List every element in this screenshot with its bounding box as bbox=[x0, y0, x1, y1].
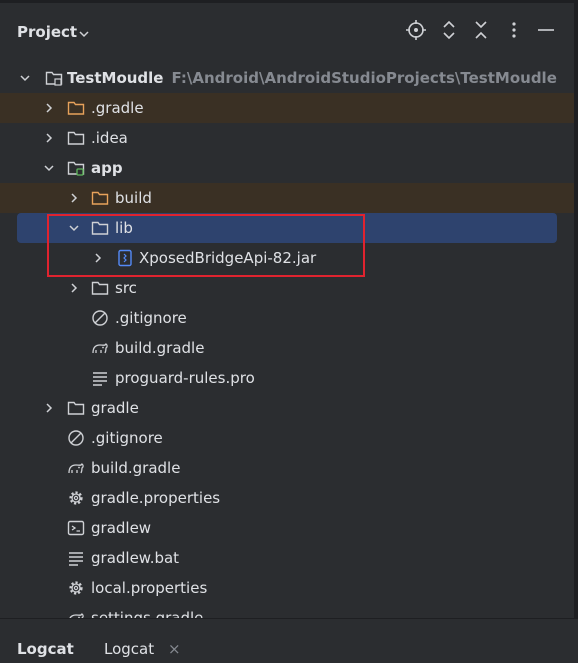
tree-label: build.gradle bbox=[91, 459, 181, 477]
tree-label: gradle.properties bbox=[91, 489, 221, 507]
tree-label: app bbox=[91, 159, 123, 177]
locate-icon[interactable] bbox=[405, 19, 427, 41]
tree-label: .gradle bbox=[91, 99, 144, 117]
tree-row-build[interactable]: build bbox=[0, 183, 574, 213]
tree-label: .gitignore bbox=[115, 309, 187, 327]
tree-row-root[interactable]: TestMoudle F:\Android\AndroidStudioProjec… bbox=[0, 63, 574, 93]
tree-label: .idea bbox=[91, 129, 128, 147]
gradle-elephant-icon bbox=[69, 613, 84, 618]
folder-icon bbox=[91, 281, 109, 295]
gear-icon bbox=[69, 491, 83, 505]
chevron-right-icon[interactable] bbox=[42, 401, 56, 415]
window-right-edge bbox=[574, 3, 578, 618]
bottom-toolwindow-bar: Logcat Logcat × bbox=[0, 618, 578, 663]
tree-label: .gitignore bbox=[91, 429, 163, 447]
module-path: F:\Android\AndroidStudioProjects\TestMou… bbox=[171, 69, 557, 87]
tree-row-gradle-properties[interactable]: gradle.properties bbox=[0, 483, 574, 513]
folder-icon bbox=[67, 131, 85, 145]
close-icon[interactable]: × bbox=[168, 640, 181, 658]
project-toolwindow-header: Project bbox=[0, 3, 574, 59]
tab-logcat[interactable]: Logcat bbox=[104, 640, 154, 658]
tree-label: local.properties bbox=[91, 579, 208, 597]
tree-label: settings.gradle bbox=[91, 609, 204, 618]
chevron-down-icon[interactable] bbox=[42, 161, 56, 175]
tree-row-gradle-dir[interactable]: gradle bbox=[0, 393, 574, 423]
ignore-file-icon bbox=[68, 430, 84, 446]
annotation-highlight-box bbox=[47, 214, 365, 277]
more-options-icon[interactable] bbox=[503, 19, 525, 41]
terminal-script-icon bbox=[67, 520, 85, 536]
module-folder-icon bbox=[45, 71, 63, 86]
gradle-elephant-icon bbox=[68, 463, 84, 474]
tree-label: build.gradle bbox=[115, 339, 205, 357]
chevron-right-icon[interactable] bbox=[42, 131, 56, 145]
logcat-toolwindow-title[interactable]: Logcat bbox=[17, 640, 74, 658]
text-file-icon bbox=[69, 552, 83, 566]
gear-icon bbox=[69, 581, 83, 595]
project-tree: TestMoudle F:\Android\AndroidStudioProjec… bbox=[0, 63, 574, 618]
text-file-icon bbox=[93, 372, 107, 386]
tree-label: build bbox=[115, 189, 152, 207]
expand-all-icon[interactable] bbox=[438, 19, 460, 41]
chevron-down-icon[interactable] bbox=[78, 28, 90, 40]
tree-row-src[interactable]: src bbox=[0, 273, 574, 303]
tree-row-proguard[interactable]: proguard-rules.pro bbox=[0, 363, 574, 393]
tree-row-dot-idea[interactable]: .idea bbox=[0, 123, 574, 153]
tree-row-settings-gradle[interactable]: settings.gradle bbox=[0, 603, 574, 618]
chevron-right-icon[interactable] bbox=[67, 191, 81, 205]
collapse-all-icon[interactable] bbox=[470, 19, 492, 41]
tree-row-gradlew[interactable]: gradlew bbox=[0, 513, 574, 543]
chevron-down-icon[interactable] bbox=[18, 71, 32, 85]
tree-label: gradlew.bat bbox=[91, 549, 180, 567]
tree-row-local-properties[interactable]: local.properties bbox=[0, 573, 574, 603]
gradle-elephant-icon bbox=[92, 343, 108, 354]
tree-label: proguard-rules.pro bbox=[115, 369, 255, 387]
project-view-title[interactable]: Project bbox=[17, 23, 77, 41]
tree-row-root-gitignore[interactable]: .gitignore bbox=[0, 423, 574, 453]
tree-row-dot-gradle[interactable]: .gradle bbox=[0, 93, 574, 123]
tree-label: gradle bbox=[91, 399, 139, 417]
tree-row-app-build-gradle[interactable]: build.gradle bbox=[0, 333, 574, 363]
tree-row-root-build-gradle[interactable]: build.gradle bbox=[0, 453, 574, 483]
excluded-folder-icon bbox=[91, 191, 109, 205]
tree-row-app[interactable]: app bbox=[0, 153, 574, 183]
excluded-folder-icon bbox=[67, 101, 85, 115]
tree-label: gradlew bbox=[91, 519, 152, 537]
tree-label: src bbox=[115, 279, 137, 297]
ignore-file-icon bbox=[92, 310, 108, 326]
chevron-right-icon[interactable] bbox=[67, 281, 81, 295]
android-module-folder-icon bbox=[67, 161, 85, 176]
tree-row-gradlew-bat[interactable]: gradlew.bat bbox=[0, 543, 574, 573]
tree-label: TestMoudle F:\Android\AndroidStudioProjec… bbox=[67, 69, 557, 87]
folder-icon bbox=[67, 401, 85, 415]
tree-row-app-gitignore[interactable]: .gitignore bbox=[0, 303, 574, 333]
chevron-right-icon[interactable] bbox=[42, 101, 56, 115]
minimize-icon[interactable] bbox=[535, 19, 557, 41]
